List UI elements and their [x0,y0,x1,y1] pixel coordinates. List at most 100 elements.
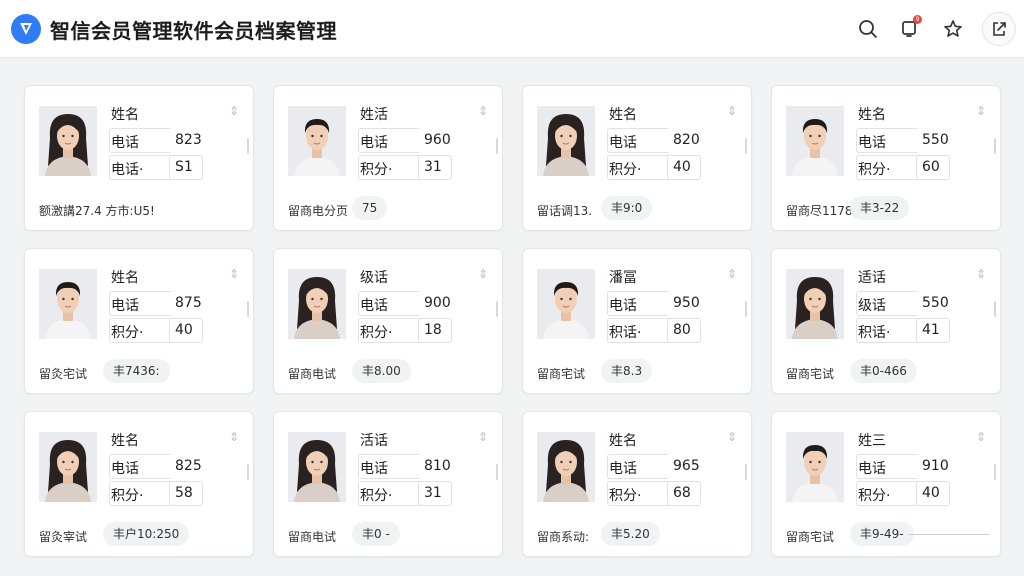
card-scrollbar[interactable] [745,464,747,480]
footer-pill[interactable]: 丰5.20 [601,522,660,546]
card-scrollbar[interactable] [496,464,498,480]
footer-pill[interactable]: 丰户10:250 [103,522,190,546]
footer-pill[interactable]: 丰8.3 [601,359,653,383]
phone-value: 960 [424,132,451,148]
points-value: 31 [424,485,442,501]
pin-icon[interactable]: ⇕ [727,104,737,118]
pin-icon[interactable]: ⇕ [976,104,986,118]
app-logo-icon [11,14,41,44]
phone-value: 900 [424,295,451,311]
member-card[interactable]: 姓名 ⇕ 电话 823 电话· S1 额激講27.4 方市:U5! [24,85,254,231]
footer-label: 额激講27.4 方市:U5! [39,204,155,218]
field-label: 积话· [609,325,642,341]
member-card[interactable]: 适话 ⇕ 级话 550 积话· 41 留商宅试 丰0-466 [771,248,1001,394]
avatar [288,432,346,502]
member-card[interactable]: 姓名 ⇕ 电话 825 积分· 58 留灸宰试 丰户10:250 [24,411,254,557]
points-value: S1 [175,159,193,175]
points-value: 41 [922,322,940,338]
card-scrollbar[interactable] [496,138,498,154]
footer-pill[interactable]: 丰9-49- [850,522,914,546]
member-name: 适话 [858,270,886,286]
points-value: 68 [673,485,691,501]
member-name: 级话 [360,270,388,286]
footer-pill[interactable]: 丰0 - [352,522,400,546]
footer-pill[interactable]: 丰8.00 [352,359,411,383]
footer-pill[interactable]: 丰9:0 [601,196,653,220]
pin-icon[interactable]: ⇕ [478,430,488,444]
pin-icon[interactable]: ⇕ [478,104,488,118]
footer-label: 留灸宰试 [39,530,88,544]
footer-pill[interactable]: 丰3-22 [850,196,910,220]
points-value: 58 [175,485,193,501]
card-scrollbar[interactable] [247,301,249,317]
phone-value: 950 [673,295,700,311]
field-label: 电话 [360,298,388,314]
pin-icon[interactable]: ⇕ [229,267,239,281]
card-scrollbar[interactable] [994,301,996,317]
footer-pill[interactable]: 丰7436: [103,359,170,383]
points-value: 40 [922,485,940,501]
pin-icon[interactable]: ⇕ [976,430,986,444]
pin-icon[interactable]: ⇕ [478,267,488,281]
field-label: 电话 [360,461,388,477]
footer-pill[interactable]: 75 [352,196,388,220]
member-card[interactable]: 级话 ⇕ 电话 900 积分· 18 留商电试 丰8.00 [273,248,503,394]
field-label: 积分· [111,325,144,341]
pin-icon[interactable]: ⇕ [229,430,239,444]
avatar [786,106,844,176]
member-card[interactable]: 活话 ⇕ 电话 810 积分· 31 留商电试 丰0 - [273,411,503,557]
search-icon [859,20,877,38]
points-value: 31 [424,159,442,175]
card-scrollbar[interactable] [745,301,747,317]
member-name: 姓名 [111,433,139,449]
member-card[interactable]: 潘冨 ⇕ 电话 950 积话· 80 留商宅试 丰8.3 [522,248,752,394]
phone-value: 550 [922,295,949,311]
member-card[interactable]: 姓活 ⇕ 电话 960 积分· 31 留商电分页 75 [273,85,503,231]
card-scrollbar[interactable] [994,464,996,480]
member-card[interactable]: 姓名 ⇕ 电话 820 积分· 40 留话调13. 丰9:0 [522,85,752,231]
member-name: 姓三 [858,433,886,449]
footer-label: 留商尽1178 [786,204,853,218]
exit-button[interactable] [982,12,1016,46]
points-value: 18 [424,322,442,338]
phone-value: 875 [175,295,202,311]
field-label: 积分· [360,162,393,178]
pin-icon[interactable]: ⇕ [727,267,737,281]
field-label: 积分· [360,325,393,341]
member-name: 姓名 [609,107,637,123]
field-label: 电话· [111,162,144,178]
card-scrollbar[interactable] [496,301,498,317]
avatar [786,432,844,502]
member-name: 姓名 [858,107,886,123]
field-label: 电话 [111,298,139,314]
member-name: 姓名 [609,433,637,449]
pin-icon[interactable]: ⇕ [727,430,737,444]
search-button[interactable] [851,12,885,46]
favorites-button[interactable] [936,12,970,46]
member-card[interactable]: 姓名 ⇕ 电话 550 积分· 60 留商尽1178 丰3-22 [771,85,1001,231]
card-scrollbar[interactable] [745,138,747,154]
member-card[interactable]: 姓三 ⇕ 电话 910 积分· 40 留商宅试 丰9-49- [771,411,1001,557]
phone-value: 823 [175,132,202,148]
pin-icon[interactable]: ⇕ [229,104,239,118]
field-label: 级话 [858,298,886,314]
member-card[interactable]: 姓名 ⇕ 电话 965 积分· 68 留商系动: 丰5.20 [522,411,752,557]
footer-label: 留商电试 [288,530,337,544]
footer-label: 留话调13. [537,204,593,218]
card-scrollbar[interactable] [247,138,249,154]
field-label: 电话 [609,298,637,314]
field-label: 电话 [609,461,637,477]
notification-button[interactable]: 9 [892,12,926,46]
points-value: 80 [673,322,691,338]
card-scrollbar[interactable] [994,138,996,154]
footer-pill[interactable]: 丰0-466 [850,359,917,383]
top-bar: 智信会员管理软件会员档案管理 9 [0,0,1024,58]
card-scrollbar[interactable] [247,464,249,480]
pin-icon[interactable]: ⇕ [976,267,986,281]
field-label: 积分· [858,162,891,178]
avatar [537,432,595,502]
phone-value: 820 [673,132,700,148]
member-card[interactable]: 姓名 ⇕ 电话 875 积分· 40 留灸宅试 丰7436: [24,248,254,394]
notification-badge: 9 [913,15,922,24]
field-label: 电话 [858,461,886,477]
